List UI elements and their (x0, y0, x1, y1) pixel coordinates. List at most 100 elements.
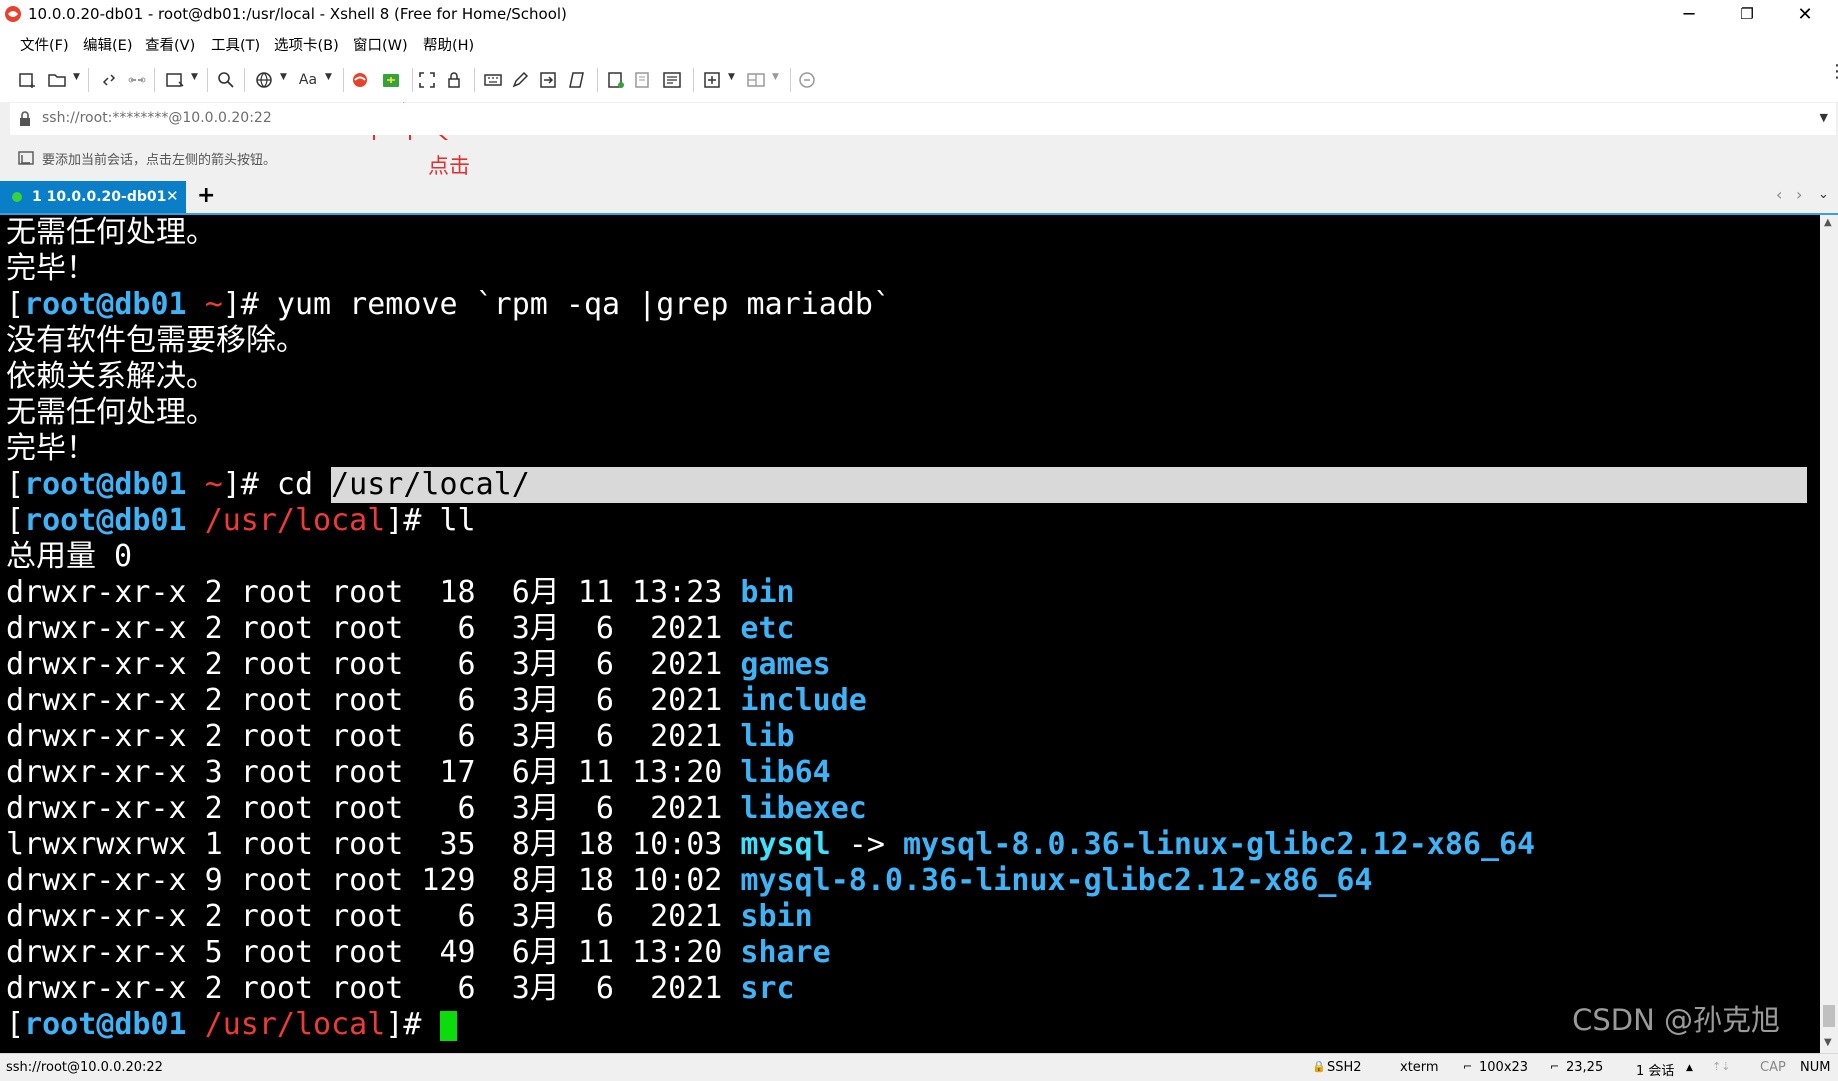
menu-bar: 文件(F) 编辑(E) 查看(V) 工具(T) 选项卡(B) 窗口(W) 帮助(… (0, 28, 1838, 58)
chevron-down-icon[interactable]: ▼ (772, 72, 779, 82)
status-bar: ssh://root@10.0.0.20:22 🔒 SSH2 xterm ⌐ 1… (0, 1053, 1838, 1081)
status-size: 100x23 (1479, 1060, 1529, 1075)
lock-icon (20, 111, 30, 126)
terminal-line: 没有软件包需要移除。 (6, 323, 306, 358)
toolbar-divider (597, 68, 598, 92)
more-options-icon[interactable]: ⋮ (1828, 63, 1838, 81)
close-button[interactable]: ✕ (1776, 0, 1834, 28)
chevron-down-icon[interactable]: ▼ (191, 72, 198, 82)
terminal-line: drwxr-xr-x 2 root root 18 6月 11 13:23 bi… (6, 575, 795, 610)
toolbar-divider (474, 68, 475, 92)
terminal-output[interactable]: 无需任何处理。 完毕！ [root@db01 ~]# yum remove `r… (0, 215, 1820, 1053)
notes-icon[interactable] (659, 68, 685, 92)
watermark: CSDN @孙克旭 (1572, 1003, 1780, 1037)
open-folder-icon[interactable] (44, 68, 70, 92)
print-icon[interactable] (630, 68, 656, 92)
scrollbar-thumb[interactable] (1823, 1005, 1835, 1027)
add-tab-icon[interactable] (699, 68, 725, 92)
window-title: 10.0.0.20-db01 - root@db01:/usr/local - … (28, 5, 567, 23)
selected-text: /usr/local/ (331, 467, 1808, 503)
session-hint-bar: 要添加当前会话，点击左侧的箭头按钮。 (0, 140, 1838, 176)
address-input[interactable]: ssh://root:********@10.0.0.20:22 (42, 110, 272, 126)
cursor-pos-icon: ⌐ (1550, 1060, 1560, 1073)
chevron-down-icon[interactable]: ▼ (73, 72, 80, 82)
maximize-button[interactable]: ❐ (1718, 0, 1776, 28)
address-dropdown-icon[interactable]: ▼ (1820, 111, 1828, 124)
chevron-down-icon[interactable]: ▼ (325, 72, 332, 82)
annotation-label: 点击 (428, 154, 470, 178)
toolbar-divider (207, 68, 208, 92)
log-icon[interactable] (603, 68, 629, 92)
terminal-line: [root@db01 /usr/local]# (6, 1007, 457, 1043)
status-sessions[interactable]: 1 会话 (1636, 1060, 1674, 1079)
tab-scroll-left-icon[interactable]: ‹ (1776, 185, 1782, 204)
new-session-icon[interactable] (14, 68, 40, 92)
prompt-path: ~ (204, 287, 223, 322)
keyboard-icon[interactable] (480, 68, 506, 92)
scroll-up-icon[interactable]: ▲ (1824, 217, 1832, 228)
transfer-icon[interactable] (535, 68, 561, 92)
hint-text: 要添加当前会话，点击左侧的箭头按钮。 (42, 153, 277, 168)
globe-icon[interactable] (251, 68, 277, 92)
terminal-line: drwxr-xr-x 2 root root 6 3月 6 2021 libex… (6, 791, 867, 826)
compose-icon[interactable] (507, 68, 533, 92)
title-bar: 10.0.0.20-db01 - root@db01:/usr/local - … (0, 0, 1838, 28)
terminal-line: 无需任何处理。 (6, 215, 216, 250)
lock-icon[interactable] (441, 68, 467, 92)
upload-arrow-icon: ⇡⇣ (1712, 1060, 1731, 1073)
terminal-line: drwxr-xr-x 5 root root 49 6月 11 13:20 sh… (6, 935, 831, 970)
terminal-line: drwxr-xr-x 2 root root 6 3月 6 2021 inclu… (6, 683, 867, 718)
prompt-bracket: [ (6, 287, 25, 322)
terminal-scrollbar[interactable]: ▲ ▼ (1820, 215, 1838, 1053)
terminal-line: [root@db01 /usr/local]# ll (6, 503, 476, 538)
properties-icon[interactable] (162, 68, 188, 92)
new-tab-button[interactable]: + (197, 183, 215, 208)
script-icon[interactable] (564, 68, 590, 92)
menu-tools[interactable]: 工具(T) (211, 34, 260, 55)
xftp-icon[interactable] (378, 68, 404, 92)
font-icon[interactable]: Aa (295, 68, 321, 92)
menu-file[interactable]: 文件(F) (20, 34, 69, 55)
toolbar: ▼ ▼ ▼ Aa ▼ ▼ ▼ ⋮ (0, 58, 1838, 156)
close-tab-icon[interactable]: ✕ (166, 187, 179, 205)
fullscreen-icon[interactable] (414, 68, 440, 92)
menu-help[interactable]: 帮助(H) (423, 34, 474, 55)
chevron-up-icon[interactable]: ▲ (1686, 1063, 1693, 1073)
tab-scroll-right-icon[interactable]: › (1796, 185, 1802, 204)
status-protocol: SSH2 (1327, 1060, 1362, 1075)
menu-window[interactable]: 窗口(W) (353, 34, 408, 55)
chevron-down-icon[interactable]: ▼ (280, 72, 287, 82)
xshell-icon[interactable] (347, 68, 373, 92)
terminal-line: drwxr-xr-x 2 root root 6 3月 6 2021 games (6, 647, 831, 682)
disconnect-icon[interactable] (124, 68, 150, 92)
terminal-line: drwxr-xr-x 9 root root 129 8月 18 10:02 m… (6, 863, 1373, 898)
terminal-line: [root@db01 ~]# yum remove `rpm -qa |grep… (6, 287, 892, 322)
size-icon: ⌐ (1463, 1060, 1473, 1073)
menu-view[interactable]: 查看(V) (145, 34, 195, 55)
chevron-down-icon[interactable]: ▼ (728, 72, 735, 82)
terminal-cursor (439, 1010, 457, 1041)
search-icon[interactable] (213, 68, 239, 92)
menu-edit[interactable]: 编辑(E) (83, 34, 132, 55)
terminal-line: drwxr-xr-x 2 root root 6 3月 6 2021 lib (6, 719, 795, 754)
terminal-line: drwxr-xr-x 2 root root 6 3月 6 2021 sbin (6, 899, 813, 934)
chat-icon[interactable] (794, 68, 820, 92)
toolbar-divider (244, 68, 245, 92)
layout-icon[interactable] (743, 68, 769, 92)
status-cap: CAP (1760, 1060, 1786, 1075)
scroll-down-icon[interactable]: ▼ (1824, 1037, 1832, 1048)
address-bar[interactable]: ssh://root:********@10.0.0.20:22 ▼ (10, 103, 1836, 135)
minimize-button[interactable]: ─ (1660, 0, 1718, 28)
reconnect-icon[interactable] (96, 68, 122, 92)
terminal-line: 完毕！ (6, 431, 96, 466)
menu-tabs[interactable]: 选项卡(B) (274, 34, 339, 55)
prompt-user: root@db01 (24, 287, 187, 322)
add-session-arrow-icon[interactable] (18, 150, 36, 166)
xshell-logo-icon (5, 6, 21, 22)
toolbar-divider (154, 68, 155, 92)
tab-list-icon[interactable]: ⌄ (1818, 187, 1829, 202)
toolbar-divider (343, 68, 344, 92)
tab-session-db01[interactable]: 1 10.0.0.20-db01 ✕ (0, 181, 186, 213)
status-term: xterm (1400, 1060, 1439, 1075)
lock-icon: 🔒 (1312, 1060, 1326, 1073)
